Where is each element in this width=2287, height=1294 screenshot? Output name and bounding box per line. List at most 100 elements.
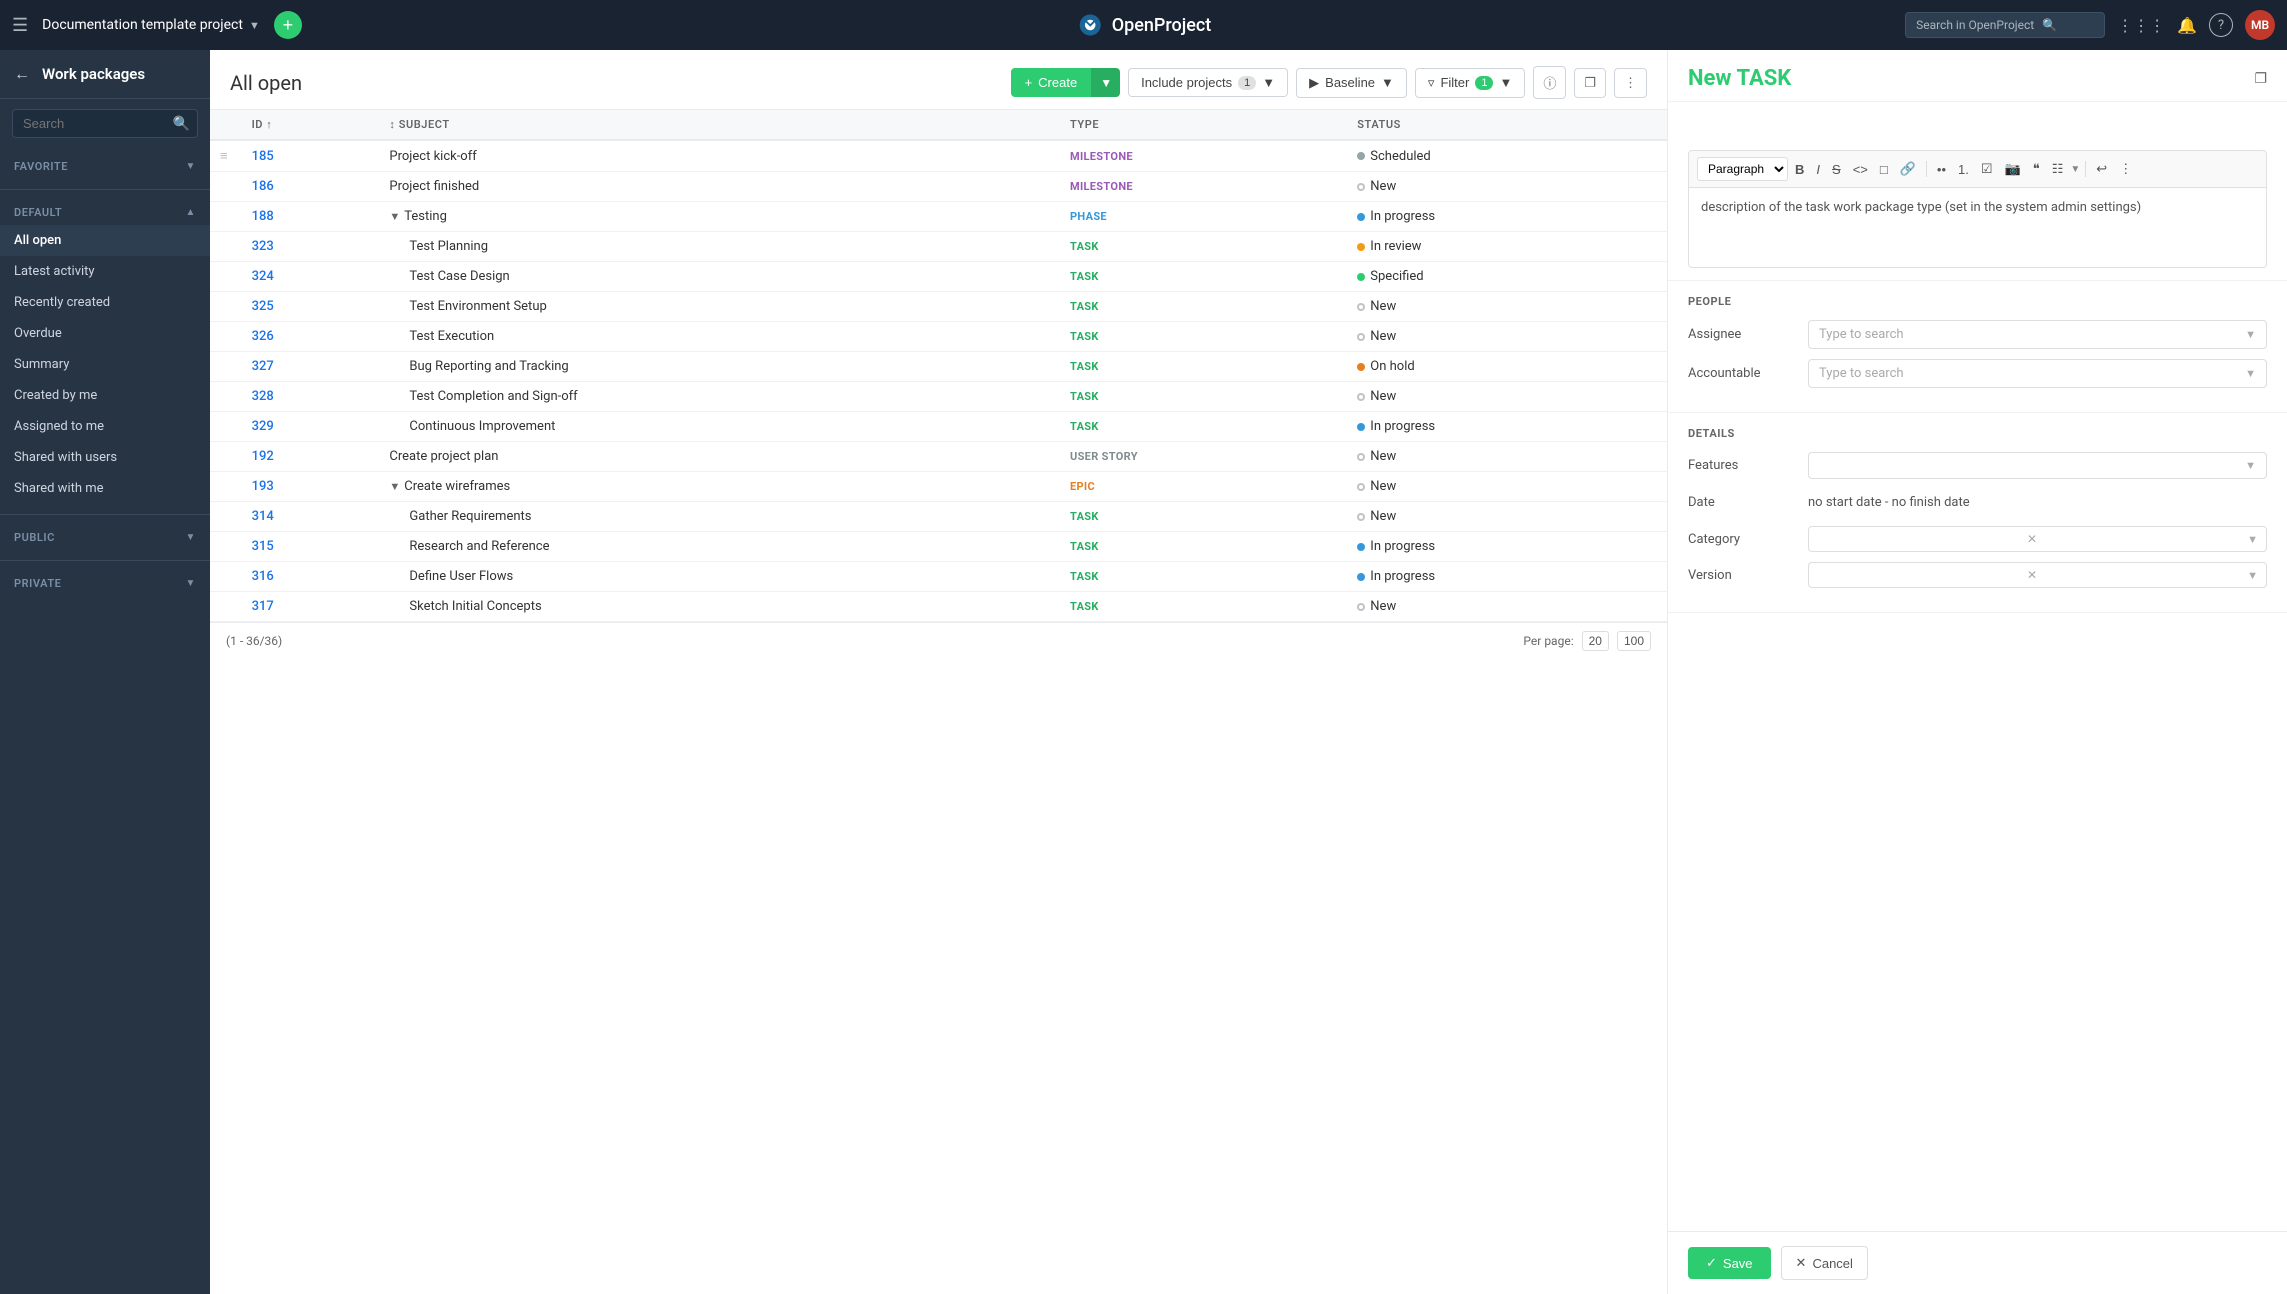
date-value[interactable]: no start date - no finish date [1808,489,2267,516]
bold-button[interactable]: B [1790,159,1809,180]
checklist-button[interactable]: ☑ [1976,158,1998,180]
hamburger-menu-icon[interactable]: ☰ [12,15,28,36]
sidebar-item-shared-with-me[interactable]: Shared with me [0,473,210,504]
assignee-input[interactable]: Type to search ▼ [1808,320,2267,349]
filter-button[interactable]: ▿ Filter 1 ▼ [1415,68,1525,98]
italic-button[interactable]: I [1811,159,1825,180]
row-id-link[interactable]: 193 [252,479,274,494]
drag-handle-icon[interactable]: ≡ [220,149,228,164]
modules-icon[interactable]: ⋮⋮⋮ [2117,16,2165,35]
col-type[interactable]: TYPE [1060,110,1347,140]
row-id-link[interactable]: 186 [252,179,274,194]
collapse-icon[interactable]: ▼ [389,480,400,493]
col-subject[interactable]: ↕ SUBJECT [379,110,1060,140]
row-id-link[interactable]: 323 [252,239,274,254]
create-dropdown-button[interactable]: ▼ [1091,68,1120,97]
row-id-link[interactable]: 325 [252,299,274,314]
per-page-20[interactable]: 20 [1582,631,1609,651]
category-clear-icon[interactable]: ✕ [2027,532,2037,546]
description-content[interactable]: description of the task work package typ… [1688,188,2267,268]
sidebar-item-assigned-to-me-label: Assigned to me [14,419,104,434]
row-id-link[interactable]: 188 [252,209,274,224]
save-button[interactable]: ✓ Save [1688,1247,1771,1279]
row-id-link[interactable]: 185 [252,149,274,164]
version-clear-icon[interactable]: ✕ [2027,568,2037,582]
user-avatar[interactable]: MB [2245,10,2275,40]
assignee-dropdown-icon: ▼ [2245,328,2256,341]
row-type-cell: TASK [1060,592,1347,622]
bullet-list-button[interactable]: •• [1932,159,1951,180]
version-input[interactable]: ✕ ▼ [1808,562,2267,588]
sidebar-item-all-open[interactable]: All open [0,225,210,256]
more-options-button[interactable]: ⋮ [1614,68,1647,98]
row-id-link[interactable]: 328 [252,389,274,404]
sidebar-section-favorite-header[interactable]: FAVORITE ▼ [0,154,210,179]
title-input-area[interactable] [1688,114,2267,150]
more-toolbar-button[interactable]: ⋮ [2114,158,2137,180]
cancel-button[interactable]: ✕ Cancel [1781,1246,1868,1280]
code-block-button[interactable]: □ [1875,159,1893,180]
accountable-input[interactable]: Type to search ▼ [1808,359,2267,388]
create-button[interactable]: + Create [1011,68,1092,97]
sidebar-search-input[interactable] [12,109,198,138]
per-page-100[interactable]: 100 [1617,631,1651,651]
paragraph-select[interactable]: Paragraph [1697,157,1788,181]
row-id-link[interactable]: 317 [252,599,274,614]
image-button[interactable]: 📷 [2000,158,2026,180]
strikethrough-button[interactable]: S [1827,159,1846,180]
sidebar-section-default-header[interactable]: DEFAULT ▲ [0,200,210,225]
col-status[interactable]: STATUS [1347,110,1667,140]
row-subject: Project kick-off [389,149,476,164]
row-subject: Continuous Improvement [409,419,555,434]
row-status-container: In review [1357,239,1657,254]
blockquote-button[interactable]: ❝ [2028,158,2045,180]
row-subject-cell: Gather Requirements [379,502,1060,532]
row-type-badge: TASK [1070,270,1099,283]
new-task-title: New TASK [1688,66,1791,91]
ordered-list-button[interactable]: 1. [1953,159,1974,180]
info-button[interactable]: ⓘ [1533,66,1566,99]
sidebar-item-overdue[interactable]: Overdue [0,318,210,349]
fullscreen-button[interactable]: ❐ [1574,68,1606,98]
collapse-icon[interactable]: ▼ [389,210,400,223]
sidebar-back-button[interactable]: ← Work packages [0,50,210,99]
sidebar-section-public-header[interactable]: PUBLIC ▼ [0,525,210,550]
expand-panel-icon[interactable]: ❐ [2254,71,2267,87]
sidebar-section-private-header[interactable]: PRIVATE ▼ [0,571,210,596]
notifications-icon[interactable]: 🔔 [2177,16,2197,35]
row-type-cell: TASK [1060,382,1347,412]
row-id-link[interactable]: 324 [252,269,274,284]
features-input[interactable]: ▼ [1808,452,2267,479]
sidebar-item-assigned-to-me[interactable]: Assigned to me [0,411,210,442]
link-button[interactable]: 🔗 [1895,158,1921,180]
row-id-link[interactable]: 316 [252,569,274,584]
row-id-link[interactable]: 192 [252,449,274,464]
table-button[interactable]: ☷ [2047,158,2069,180]
row-subject-cell: Test Environment Setup [379,292,1060,322]
row-id-link[interactable]: 329 [252,419,274,434]
row-id-link[interactable]: 314 [252,509,274,524]
row-id-link[interactable]: 327 [252,359,274,374]
category-input[interactable]: ✕ ▼ [1808,526,2267,552]
sidebar-item-created-by-me[interactable]: Created by me [0,380,210,411]
row-status-text: In progress [1370,569,1435,584]
row-id-link[interactable]: 315 [252,539,274,554]
row-id-cell: 329 [242,412,380,442]
sidebar-item-latest-activity[interactable]: Latest activity [0,256,210,287]
sidebar-item-shared-with-users[interactable]: Shared with users [0,442,210,473]
help-icon[interactable]: ? [2209,13,2233,37]
global-search[interactable]: Search in OpenProject 🔍 [1905,12,2105,38]
col-id[interactable]: ID ↑ [242,110,380,140]
sidebar-item-recently-created[interactable]: Recently created [0,287,210,318]
quick-add-button[interactable]: + [274,11,302,39]
row-subject-cell: Project finished [379,172,1060,202]
project-selector[interactable]: Documentation template project ▼ [42,17,260,33]
row-id-link[interactable]: 326 [252,329,274,344]
baseline-button[interactable]: ▶ Baseline ▼ [1296,68,1407,98]
row-type-cell: TASK [1060,562,1347,592]
undo-button[interactable]: ↩ [2091,158,2112,180]
include-projects-button[interactable]: Include projects 1 ▼ [1128,68,1288,97]
code-button[interactable]: <> [1848,159,1873,180]
sidebar-section-private: PRIVATE ▼ [0,565,210,602]
sidebar-item-summary[interactable]: Summary [0,349,210,380]
